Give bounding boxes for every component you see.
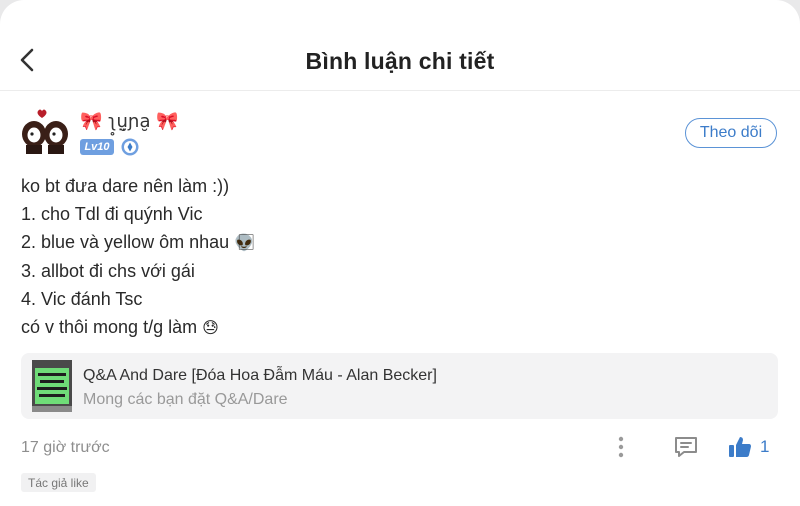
more-vertical-icon: [618, 436, 624, 458]
more-options-button[interactable]: [610, 434, 632, 460]
user-name[interactable]: 🎀 ʅ̥ṳ̮ɲa̮ 🎀: [80, 111, 179, 132]
alien-emoji-icon: 👽⃞: [234, 233, 255, 252]
comment-line: 3. allbot đi chs với gái: [21, 261, 195, 281]
comment-line: 4. Vic đánh Tsc: [21, 289, 143, 309]
page-title: Bình luận chi tiết: [305, 48, 495, 74]
comment-reply-icon: [675, 437, 697, 457]
comment-line: 2. blue và yellow ôm nhau 👽⃞: [21, 232, 255, 252]
follow-button[interactable]: Theo dõi: [685, 118, 777, 148]
comment-line: có v thôi mong t/g làm 😓: [21, 317, 219, 337]
timestamp: 17 giờ trước: [21, 439, 110, 456]
reply-button[interactable]: [672, 433, 700, 461]
comment-line: 1. cho Tdl đi quýnh Vic: [21, 204, 203, 224]
thumbs-up-icon: [729, 437, 751, 457]
story-description: Mong các bạn đặt Q&A/Dare: [83, 391, 288, 408]
comment-detail-sheet: Bình luận chi tiết 🎀 ʅ̥ṳ̮ɲa̮ 🎀 Lv10 Theo…: [0, 0, 800, 506]
header-bar: Bình luận chi tiết: [0, 28, 800, 91]
sad-sweat-emoji-icon: 😓: [202, 318, 219, 337]
like-button[interactable]: 1: [728, 433, 778, 461]
story-card[interactable]: Q&A And Dare [Đóa Hoa Đẫm Máu - Alan Bec…: [21, 353, 778, 419]
like-count: 1: [760, 437, 770, 456]
story-title: Q&A And Dare [Đóa Hoa Đẫm Máu - Alan Bec…: [83, 367, 437, 384]
comment-body: ko bt đưa dare nên làm :)) 1. cho Tdl đi…: [21, 172, 761, 342]
author-like-badge: Tác giả like: [21, 473, 96, 492]
level-badge: Lv10: [80, 139, 114, 155]
story-cover-image: [32, 360, 72, 412]
couple-avatar-icon[interactable]: [21, 108, 71, 156]
verified-badge-icon: [121, 138, 139, 156]
comment-line: ko bt đưa dare nên làm :)): [21, 176, 230, 196]
